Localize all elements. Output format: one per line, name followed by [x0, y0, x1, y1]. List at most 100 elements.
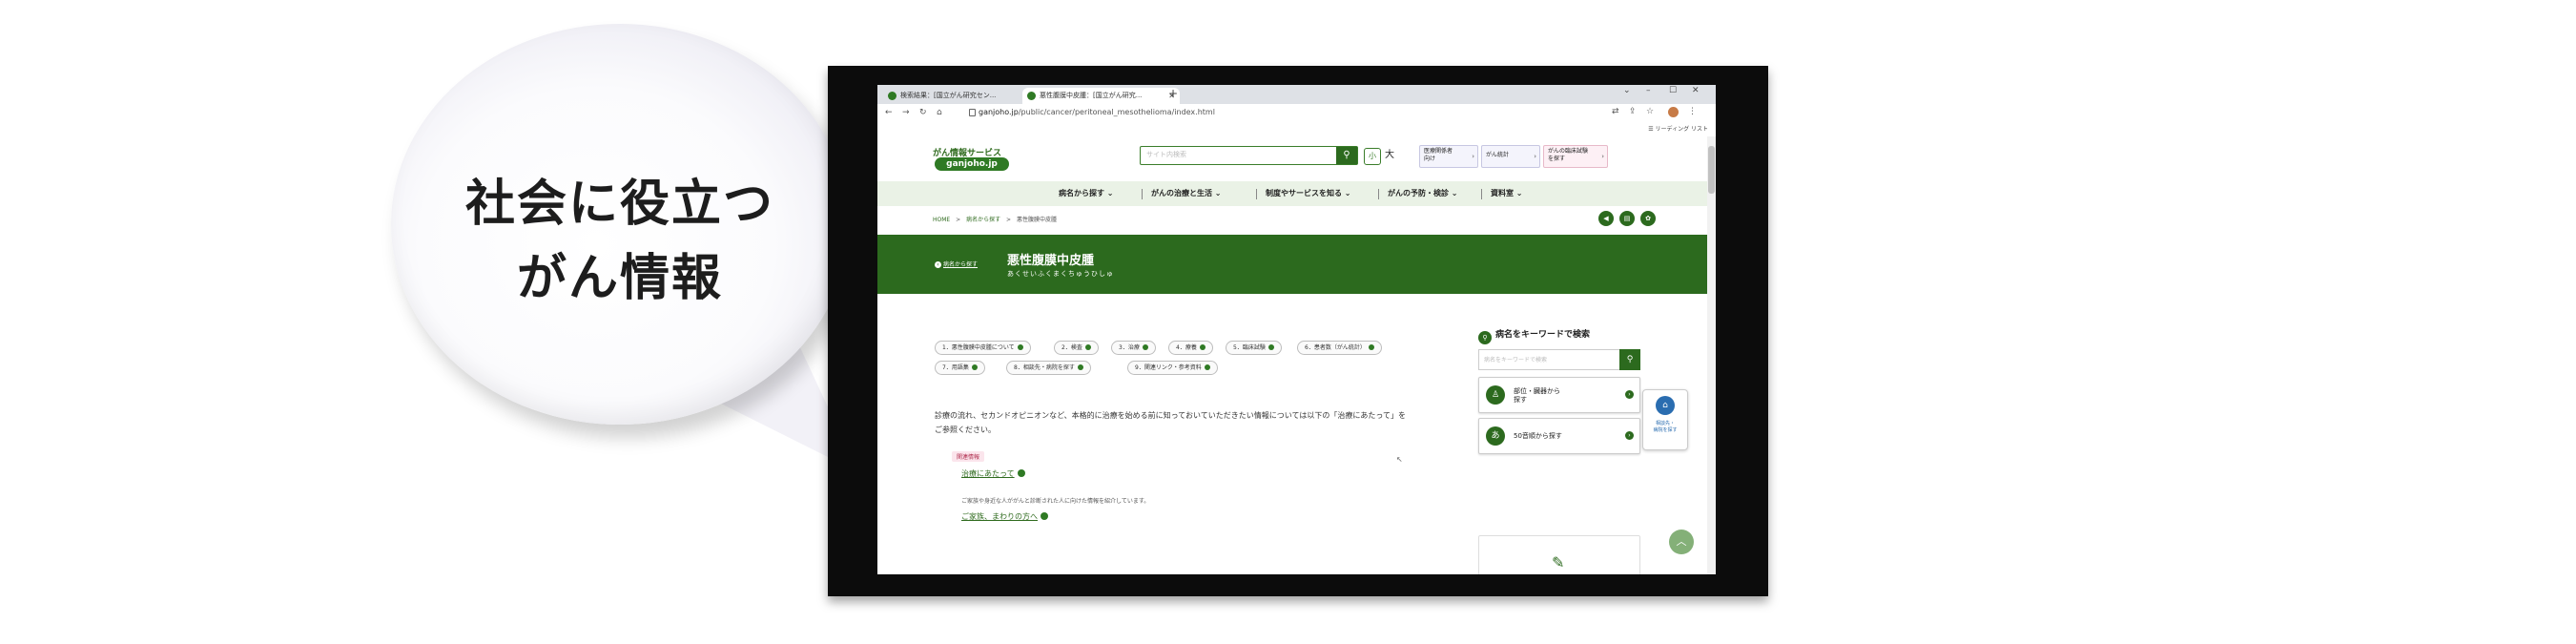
- gnav-item-treatment[interactable]: がんの治療と生活 ⌄: [1151, 188, 1222, 198]
- bubble-text: 社会に役立つ がん情報: [401, 167, 839, 316]
- toc-chip-label: 5．臨床試験: [1233, 344, 1266, 351]
- toc-chip-label: 1．悪性腹膜中皮腫について: [942, 344, 1015, 351]
- scrollbar[interactable]: [1707, 136, 1716, 574]
- toc-chip[interactable]: 6．患者数（がん統計）: [1297, 341, 1382, 355]
- bottom-side-card[interactable]: ✎: [1478, 535, 1640, 574]
- avatar[interactable]: [1668, 107, 1679, 117]
- gnav-item-services[interactable]: 制度やサービスを知る ⌄: [1266, 188, 1351, 198]
- toc-chip-label: 9．関連リンク・参考資料: [1135, 364, 1202, 371]
- scroll-to-top-button[interactable]: ︿: [1669, 530, 1694, 554]
- gnav-item-library[interactable]: 資料室 ⌄: [1491, 188, 1523, 198]
- lock-icon: [969, 109, 976, 116]
- page-title: 悪性腹膜中皮腫: [1007, 254, 1095, 268]
- chevron-right-icon: ›: [1625, 390, 1634, 399]
- toc-chip[interactable]: 3．治療: [1111, 341, 1156, 355]
- checklist-icon: ✎: [1552, 553, 1565, 571]
- search-by-organ-button[interactable]: ♙ 部位・臓器から 探す ›: [1478, 377, 1640, 413]
- toc-chip[interactable]: 4．療養: [1168, 341, 1213, 355]
- chevron-right-icon: [1041, 512, 1048, 520]
- tab-active-page[interactable]: 悪性腹膜中皮腫：[国立がん研究... ✕: [1022, 88, 1180, 104]
- header-link-statistics[interactable]: がん統計 ›: [1481, 145, 1540, 168]
- maximize-icon[interactable]: ☐: [1669, 86, 1677, 95]
- scrollbar-thumb[interactable]: [1708, 146, 1715, 194]
- chevron-right-icon: ›: [1472, 153, 1474, 160]
- minimize-icon[interactable]: –: [1646, 86, 1651, 95]
- link-label: ご家族、まわりの方へ: [961, 512, 1038, 521]
- related-info-tag: 関連情報: [952, 451, 985, 462]
- side-card-label: 50音順から探す: [1514, 432, 1562, 440]
- treatment-guide-link[interactable]: 治療にあたって: [961, 468, 1025, 479]
- family-link[interactable]: ご家族、まわりの方へ: [961, 511, 1048, 522]
- url-field[interactable]: ganjoho.jp/public/cancer/peritoneal_meso…: [979, 108, 1215, 116]
- chevron-down-icon: [1368, 344, 1374, 350]
- forward-icon[interactable]: →: [902, 108, 910, 117]
- side-search-placeholder: 病名をキーワードで検索: [1484, 357, 1548, 364]
- side-card-label: 部位・臓器から 探す: [1514, 387, 1560, 404]
- reading-list-button[interactable]: ☰ リーディング リスト: [1648, 124, 1708, 133]
- window-close-icon[interactable]: ✕: [1692, 86, 1700, 95]
- find-consultation-button[interactable]: ⌂ 相談先・ 病院を探す: [1642, 389, 1688, 450]
- toc-chip[interactable]: 9．関連リンク・参考資料: [1127, 361, 1218, 375]
- browser-window: 検索結果：[国立がん研究セン... ✕ 悪性腹膜中皮腫：[国立がん研究... ✕…: [877, 85, 1716, 574]
- share-icon[interactable]: ✿: [1640, 211, 1656, 226]
- breadcrumb-current: 悪性腹膜中皮腫: [1016, 217, 1057, 223]
- breadcrumb-disease[interactable]: 病名から探す: [966, 217, 1000, 223]
- float-button-label: 相談先・ 病院を探す: [1653, 421, 1678, 433]
- print-icon[interactable]: ▤: [1619, 211, 1635, 226]
- chevron-down-icon[interactable]: ⌄: [1623, 86, 1631, 95]
- tab-search-results[interactable]: 検索結果：[国立がん研究セン... ✕: [883, 88, 1039, 104]
- header-link-label: がんの臨床試験: [1548, 148, 1589, 155]
- search-icon[interactable]: ⚲: [1336, 147, 1357, 164]
- side-search-title: ⚲ 病名をキーワードで検索: [1478, 327, 1590, 344]
- toc-chip[interactable]: 5．臨床試験: [1226, 341, 1282, 355]
- gnav-divider: [1142, 189, 1143, 199]
- back-icon[interactable]: ←: [885, 108, 893, 117]
- header-link-professionals[interactable]: 医療関係者 向け ›: [1419, 145, 1478, 168]
- home-icon[interactable]: ⌂: [937, 108, 942, 117]
- header-link-label: 向け: [1424, 156, 1436, 162]
- back-link-label: 病名から探す: [943, 261, 979, 268]
- search-icon[interactable]: ⚲: [1619, 349, 1640, 370]
- chevron-down-icon: [1199, 344, 1206, 350]
- intro-text-line: 診療の流れ、セカンドオピニオンなど、本格的に治療を始める前に知っておいていただき…: [935, 411, 1406, 420]
- font-size-small-button[interactable]: 小: [1364, 148, 1381, 165]
- gnav-item-prevention[interactable]: がんの予防・検診 ⌄: [1388, 188, 1458, 198]
- speaker-icon[interactable]: ◀: [1598, 211, 1614, 226]
- gnav-item-disease[interactable]: 病名から探す ⌄: [1059, 188, 1114, 198]
- header-link-clinical-trials[interactable]: がんの臨床試験 を探す ›: [1543, 145, 1608, 168]
- star-icon[interactable]: ☆: [1646, 107, 1654, 116]
- gnav-divider: [1378, 189, 1379, 199]
- new-tab-icon[interactable]: +: [1168, 87, 1178, 100]
- chevron-left-icon: ‹: [935, 261, 941, 268]
- mouse-cursor-icon: ↖: [1396, 455, 1403, 464]
- search-icon: ⚲: [1478, 331, 1492, 344]
- header-link-label: を探す: [1548, 156, 1566, 162]
- search-by-syllabary-button[interactable]: あ 50音順から探す ›: [1478, 418, 1640, 454]
- header-link-label: 医療関係者: [1424, 148, 1453, 155]
- hospital-icon: ⌂: [1656, 396, 1675, 415]
- toc-chip[interactable]: 8．相談先・病院を探す: [1006, 361, 1091, 375]
- back-to-disease-link[interactable]: ‹ 病名から探す: [935, 260, 978, 268]
- chevron-right-icon: ›: [1534, 153, 1536, 160]
- toc-chip-label: 2．検査: [1061, 344, 1082, 351]
- share-icon[interactable]: ⇪: [1629, 107, 1637, 116]
- font-size-large-button[interactable]: 大: [1382, 148, 1397, 163]
- toc-chip[interactable]: 1．悪性腹膜中皮腫について: [935, 341, 1031, 355]
- logo-badge[interactable]: ganjoho.jp: [935, 157, 1009, 171]
- url-path: /public/cancer/peritoneal_mesothelioma/i…: [1018, 108, 1215, 116]
- toc-chip[interactable]: 2．検査: [1054, 341, 1099, 355]
- disease-keyword-input[interactable]: 病名をキーワードで検索 ⚲: [1478, 349, 1640, 370]
- breadcrumb-separator: >: [1006, 217, 1012, 223]
- menu-icon[interactable]: ⋮: [1688, 107, 1697, 116]
- url-host: ganjoho.jp: [979, 108, 1019, 116]
- chevron-right-icon: ›: [1601, 153, 1604, 160]
- web-page: がん情報サービス ganjoho.jp サイト内検索 ⚲ 小 大 医療関係者 向…: [877, 136, 1716, 574]
- toc-chip[interactable]: 7．用語集: [935, 361, 985, 375]
- site-search-input[interactable]: サイト内検索 ⚲: [1140, 146, 1358, 165]
- translate-icon[interactable]: ⇄: [1612, 107, 1619, 116]
- tab-label: 検索結果：[国立がん研究セン...: [900, 92, 997, 99]
- breadcrumb-home[interactable]: HOME: [933, 217, 950, 223]
- gnav-divider: [1481, 189, 1482, 199]
- reload-icon[interactable]: ↻: [919, 108, 927, 117]
- header-link-label: がん統計: [1486, 152, 1510, 158]
